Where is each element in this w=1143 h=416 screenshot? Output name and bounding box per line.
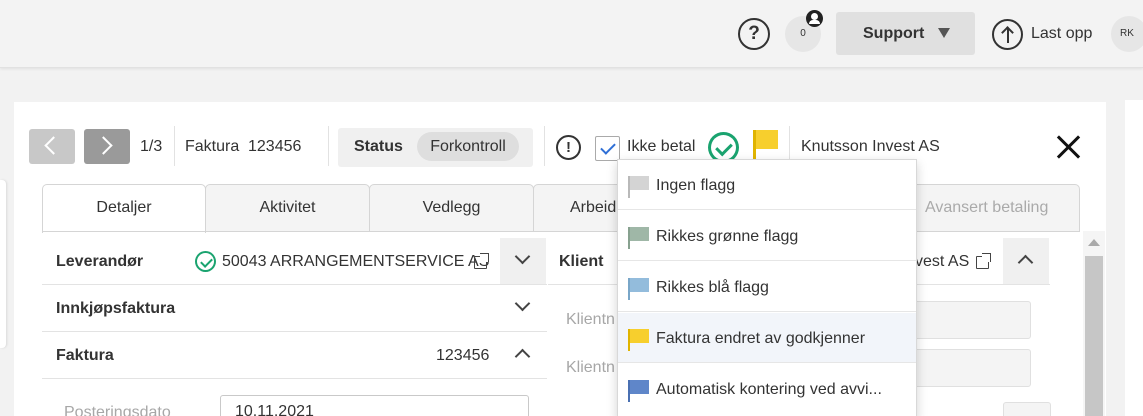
user-icon (806, 10, 823, 27)
faktura-value: 123456 (436, 347, 490, 364)
tab-avansert-betaling[interactable]: Avansert betaling (900, 184, 1080, 232)
flag-option-gronne[interactable]: Rikkes grønne flagg (618, 211, 916, 261)
chevron-left-icon (44, 136, 63, 155)
external-link-icon[interactable] (976, 253, 991, 269)
caret-down-icon (938, 28, 950, 38)
partial-button[interactable] (1003, 402, 1051, 416)
ikke-betal-label[interactable]: Ikke betal (627, 138, 695, 156)
company-name: Knutsson Invest AS (801, 138, 940, 155)
tab-aktivitet[interactable]: Aktivitet (205, 184, 370, 232)
scrollbar-thumb[interactable] (1085, 256, 1103, 416)
flag-option-label: Ingen flagg (656, 177, 736, 194)
klient-input[interactable] (905, 301, 1031, 339)
tab-underline (42, 231, 1080, 232)
user-count: 0 (800, 28, 806, 39)
chevron-down-icon (514, 248, 531, 265)
tab-vedlegg[interactable]: Vedlegg (369, 184, 534, 232)
close-icon[interactable] (1055, 134, 1081, 160)
posteringsdato-input[interactable]: 10.11.2021 (220, 395, 529, 416)
avatar[interactable]: RK (1111, 16, 1143, 52)
divider (174, 126, 175, 166)
klient-field-label: Klientn (566, 311, 615, 328)
help-button[interactable]: ? (738, 18, 770, 50)
divider (42, 331, 547, 332)
flag-icon (628, 380, 649, 402)
flag-dropdown-menu: Ingen flagg Rikkes grønne flagg Rikkes b… (617, 159, 917, 416)
previous-invoice-button[interactable] (29, 129, 75, 164)
klient-label: Klient (559, 253, 604, 270)
support-button[interactable]: Support (836, 12, 975, 55)
next-invoice-button[interactable] (84, 129, 130, 164)
ikke-betal-checkbox[interactable] (595, 136, 620, 161)
flag-icon (628, 278, 649, 300)
leverandor-label: Leverandør (56, 253, 144, 270)
question-circle-icon: ? (748, 23, 760, 44)
flag-option-automatisk[interactable]: Automatisk kontering ved avvi... (618, 364, 916, 414)
chevron-up-icon (514, 348, 531, 365)
flag-icon (628, 176, 649, 198)
status-label: Status (354, 138, 403, 155)
flag-button[interactable] (752, 130, 779, 162)
divider (42, 378, 547, 379)
upload-button[interactable]: Last opp (992, 18, 1092, 50)
innkjopsfaktura-label: Innkjøpsfaktura (56, 300, 176, 317)
divider (42, 284, 547, 285)
klient-collapse-button[interactable] (1003, 238, 1049, 284)
scrollbar[interactable] (1083, 231, 1105, 416)
klient-input[interactable] (905, 349, 1031, 387)
flag-option-ingen[interactable]: Ingen flagg (618, 160, 916, 210)
exclamation-circle-icon[interactable]: ! (556, 135, 581, 160)
status-badge[interactable]: Forkontroll (417, 132, 519, 161)
flag-option-label: Automatisk kontering ved avvi... (656, 381, 882, 398)
innkjopsfaktura-expand-button[interactable] (500, 285, 546, 331)
scroll-up-icon[interactable] (1088, 239, 1100, 246)
flag-icon (628, 227, 649, 249)
chevron-up-icon (1017, 254, 1034, 271)
external-link-icon[interactable] (474, 253, 489, 269)
faktura-label: Faktura (56, 347, 114, 364)
checkmark-icon (600, 139, 616, 155)
flag-option-bla[interactable]: Rikkes blå flagg (618, 262, 916, 312)
tab-detaljer[interactable]: Detaljer (42, 184, 206, 233)
online-users-button[interactable]: 0 (785, 10, 823, 52)
document-number: 123456 (248, 138, 302, 155)
divider (328, 126, 329, 166)
background-panel-left (0, 180, 6, 348)
posteringsdato-label: Posteringsdato (64, 404, 171, 416)
klient-value: vest AS (915, 253, 970, 270)
faktura-collapse-button[interactable] (500, 332, 546, 378)
document-type: Faktura (185, 138, 240, 155)
support-label: Support (863, 24, 925, 42)
klient-field-label: Klientn (566, 359, 615, 376)
flag-icon (628, 329, 649, 351)
chevron-right-icon (94, 136, 113, 155)
flag-option-label: Rikkes grønne flagg (656, 228, 799, 245)
check-circle-icon (195, 251, 216, 272)
flag-option-endret[interactable]: Faktura endret av godkjenner (618, 313, 916, 363)
upload-arrow-icon (992, 18, 1023, 50)
upload-label: Last opp (1031, 25, 1093, 42)
flag-icon (753, 130, 778, 149)
flag-option-label: Faktura endret av godkjenner (656, 330, 866, 347)
divider (544, 126, 545, 166)
leverandor-expand-button[interactable] (500, 238, 546, 284)
chevron-down-icon (514, 295, 531, 312)
leverandor-value: 50043 ARRANGEMENTSERVICE AS (222, 253, 490, 270)
background-panel-right (1125, 100, 1143, 416)
invoice-counter: 1/3 (140, 138, 163, 155)
flag-option-label: Rikkes blå flagg (656, 279, 769, 296)
